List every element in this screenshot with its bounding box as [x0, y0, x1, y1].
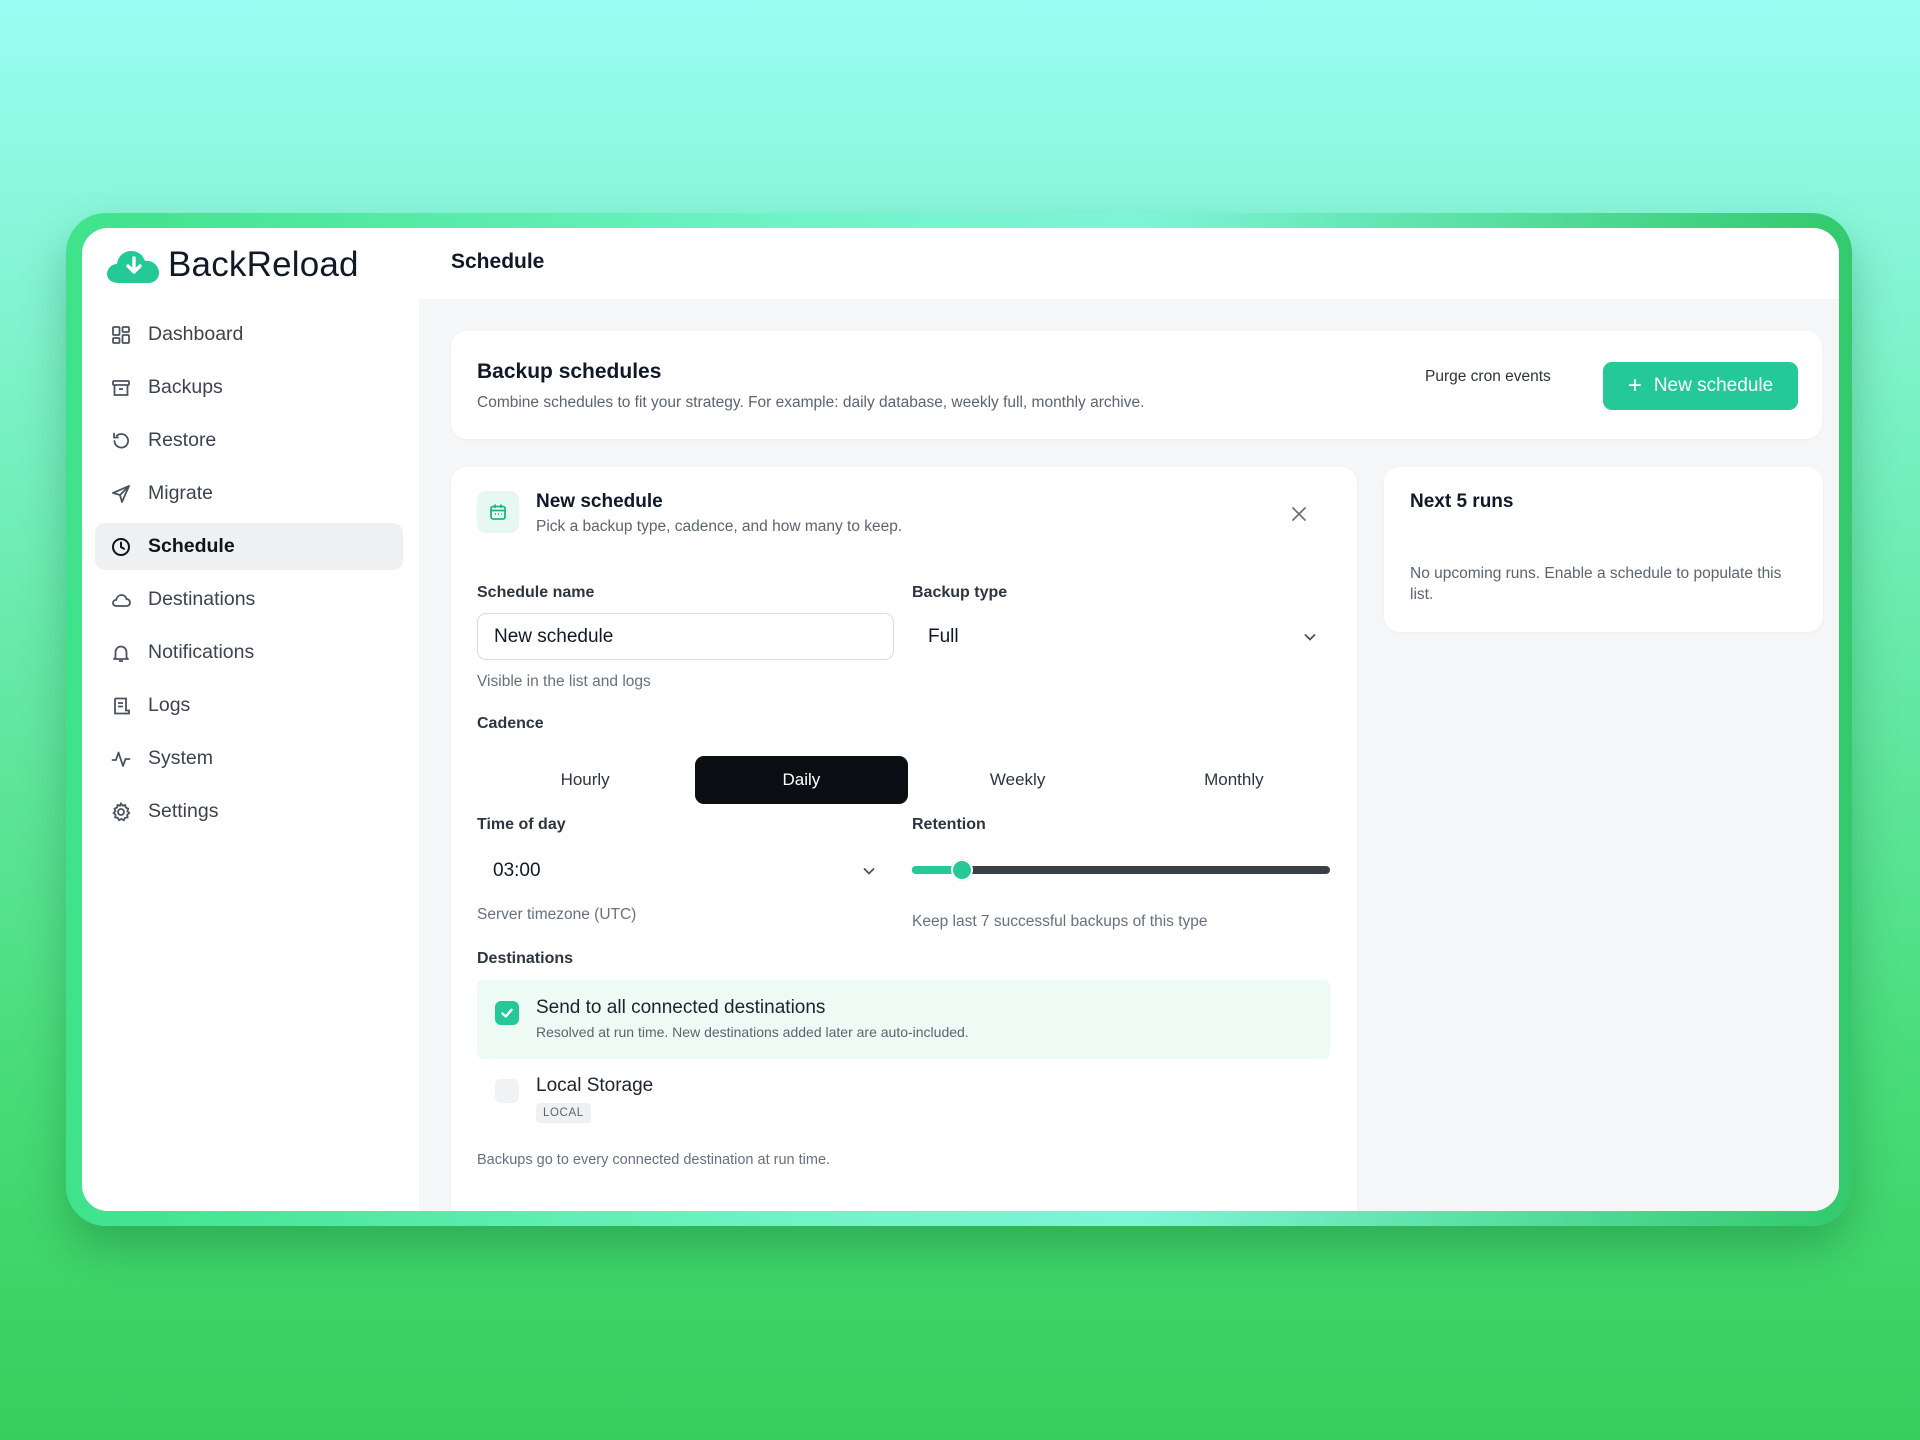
schedule-name-input[interactable]	[477, 613, 894, 660]
sidebar-item-label: Backups	[148, 376, 223, 398]
new-schedule-button[interactable]: + New schedule	[1603, 362, 1798, 410]
bell-icon	[110, 642, 132, 664]
top-bar: Schedule	[419, 228, 1839, 299]
gear-icon	[110, 801, 132, 823]
purge-cron-events-button[interactable]: Purge cron events	[1425, 368, 1551, 386]
cadence-option-weekly[interactable]: Weekly	[912, 756, 1124, 804]
retention-slider-track	[912, 866, 1330, 874]
sidebar-item-restore[interactable]: Restore	[95, 417, 403, 464]
time-of-day-hint: Server timezone (UTC)	[477, 906, 637, 923]
backup-type-label: Backup type	[912, 584, 1008, 601]
cadence-option-monthly[interactable]: Monthly	[1128, 756, 1340, 804]
sidebar-item-system[interactable]: System	[95, 735, 403, 782]
form-subtitle: Pick a backup type, cadence, and how man…	[536, 518, 903, 535]
plus-icon: +	[1627, 372, 1642, 399]
sidebar-item-backups[interactable]: Backups	[95, 364, 403, 411]
restore-icon	[110, 430, 132, 452]
backup-type-value: Full	[928, 625, 959, 647]
retention-slider[interactable]	[912, 859, 1330, 881]
sidebar-item-migrate[interactable]: Migrate	[95, 470, 403, 517]
retention-slider-thumb[interactable]	[951, 859, 974, 881]
calendar-icon	[477, 491, 519, 533]
chevron-down-icon	[1304, 634, 1316, 641]
next-runs-empty-message: No upcoming runs. Enable a schedule to p…	[1410, 565, 1782, 603]
local-badge: LOCAL	[536, 1103, 591, 1123]
send-icon	[110, 483, 132, 505]
brand-logo[interactable]: BackReload	[104, 238, 359, 292]
sidebar-item-schedule[interactable]: Schedule	[95, 523, 403, 570]
dashboard-icon	[110, 324, 132, 346]
close-icon[interactable]	[1288, 503, 1310, 525]
sidebar-item-settings[interactable]: Settings	[95, 788, 403, 835]
backup-type-select[interactable]: Full	[912, 613, 1330, 660]
cloud-logo-icon	[107, 251, 159, 283]
sidebar-item-label: Logs	[148, 694, 191, 716]
all-destinations-subtitle: Resolved at run time. New destinations a…	[536, 1024, 969, 1040]
schedule-name-label: Schedule name	[477, 584, 595, 601]
cadence-label: Cadence	[477, 715, 544, 732]
sidebar-nav: Dashboard Backups Restore Migrate Schedu…	[95, 311, 403, 841]
sidebar-item-label: Notifications	[148, 641, 255, 663]
clock-icon	[110, 536, 132, 558]
sidebar-item-label: Schedule	[148, 535, 235, 557]
main-content: Backup schedules Combine schedules to fi…	[419, 299, 1839, 1211]
time-of-day-select[interactable]: 03:00	[477, 847, 894, 894]
time-of-day-value: 03:00	[493, 859, 541, 881]
sidebar-item-label: System	[148, 747, 214, 769]
section-title: Backup schedules	[477, 360, 662, 383]
next-runs-title: Next 5 runs	[1410, 491, 1514, 512]
retention-label: Retention	[912, 816, 986, 833]
sidebar-item-label: Dashboard	[148, 323, 244, 345]
page-title: Schedule	[451, 250, 545, 273]
cadence-option-hourly[interactable]: Hourly	[479, 756, 691, 804]
sidebar-item-label: Destinations	[148, 588, 256, 610]
all-destinations-title: Send to all connected destinations	[536, 997, 826, 1018]
sidebar: BackReload Dashboard Backups Restore Mig…	[82, 228, 419, 1211]
local-storage-title: Local Storage	[536, 1075, 654, 1096]
destinations-label: Destinations	[477, 950, 574, 967]
new-schedule-form: New schedule Pick a backup type, cadence…	[451, 467, 1357, 1211]
next-runs-card: Next 5 runs No upcoming runs. Enable a s…	[1384, 467, 1823, 632]
destinations-footer-hint: Backups go to every connected destinatio…	[477, 1152, 831, 1168]
sidebar-item-notifications[interactable]: Notifications	[95, 629, 403, 676]
sidebar-item-label: Restore	[148, 429, 217, 451]
sidebar-item-dashboard[interactable]: Dashboard	[95, 311, 403, 358]
check-icon	[501, 1008, 513, 1018]
sidebar-item-destinations[interactable]: Destinations	[95, 576, 403, 623]
cadence-segmented-control: Hourly Daily Weekly Monthly	[477, 756, 1342, 804]
sidebar-item-logs[interactable]: Logs	[95, 682, 403, 729]
form-title: New schedule	[536, 491, 663, 512]
section-subtitle: Combine schedules to fit your strategy. …	[477, 394, 1145, 411]
all-destinations-checkbox[interactable]	[495, 1001, 519, 1025]
archive-icon	[110, 377, 132, 399]
new-schedule-button-label: New schedule	[1653, 375, 1774, 396]
scroll-icon	[110, 695, 132, 717]
cadence-option-daily[interactable]: Daily	[695, 756, 908, 804]
schedules-header-card: Backup schedules Combine schedules to fi…	[451, 331, 1822, 439]
sidebar-item-label: Migrate	[148, 482, 214, 504]
brand-name: BackReload	[168, 245, 359, 284]
chevron-down-icon	[863, 868, 875, 875]
retention-hint: Keep last 7 successful backups of this t…	[912, 913, 1208, 930]
activity-icon	[110, 748, 132, 770]
cloud-icon	[110, 589, 132, 611]
all-destinations-option[interactable]	[477, 980, 1330, 1059]
schedule-name-hint: Visible in the list and logs	[477, 673, 651, 690]
local-storage-checkbox[interactable]	[495, 1079, 519, 1103]
time-of-day-label: Time of day	[477, 816, 566, 833]
sidebar-item-label: Settings	[148, 800, 219, 822]
app-window: BackReload Dashboard Backups Restore Mig…	[82, 228, 1839, 1211]
